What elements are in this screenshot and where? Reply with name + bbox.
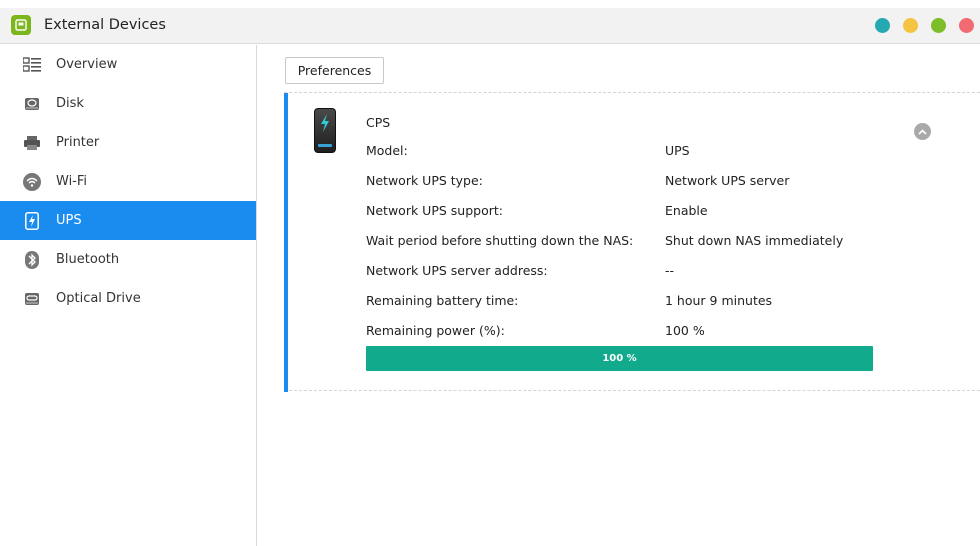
info-row-remaining-battery-time: Remaining battery time: 1 hour 9 minutes bbox=[366, 293, 926, 313]
close-dot[interactable] bbox=[959, 18, 974, 33]
external-devices-app-icon bbox=[11, 15, 31, 35]
window-controls bbox=[875, 18, 974, 33]
progress-text: 100 % bbox=[602, 353, 637, 364]
printer-icon bbox=[23, 134, 41, 152]
sidebar-item-optical-drive[interactable]: Optical Drive bbox=[0, 279, 256, 318]
bluetooth-icon bbox=[23, 250, 41, 269]
sidebar-item-ups[interactable]: UPS bbox=[0, 201, 256, 240]
sidebar-item-disk[interactable]: Disk bbox=[0, 84, 256, 123]
info-row-remaining-power: Remaining power (%): 100 % bbox=[366, 323, 926, 343]
info-label: Network UPS support: bbox=[366, 203, 503, 218]
sidebar-item-label: Bluetooth bbox=[56, 252, 120, 267]
info-label: Network UPS type: bbox=[366, 173, 483, 188]
disk-icon bbox=[23, 95, 41, 113]
info-dot[interactable] bbox=[875, 18, 890, 33]
ups-device-card: CPS Model: UPS Network UPS type: Network… bbox=[284, 92, 980, 392]
card-accent-bar bbox=[284, 93, 288, 392]
device-name: CPS bbox=[366, 115, 391, 130]
remaining-power-progress-bar: 100 % bbox=[366, 346, 873, 371]
info-value: 1 hour 9 minutes bbox=[665, 293, 773, 308]
info-value: Shut down NAS immediately bbox=[665, 233, 844, 248]
sidebar-item-printer[interactable]: Printer bbox=[0, 123, 256, 162]
sidebar: Overview Disk Printer Wi-Fi UPS Bluetoot… bbox=[0, 45, 257, 546]
sidebar-item-bluetooth[interactable]: Bluetooth bbox=[0, 240, 256, 279]
info-label: Remaining power (%): bbox=[366, 323, 505, 338]
sidebar-item-overview[interactable]: Overview bbox=[0, 45, 256, 84]
sidebar-item-label: Optical Drive bbox=[56, 291, 141, 306]
sidebar-item-wifi[interactable]: Wi-Fi bbox=[0, 162, 256, 201]
title-bar: External Devices bbox=[0, 8, 980, 44]
info-row-wait-period: Wait period before shutting down the NAS… bbox=[366, 233, 926, 253]
info-label: Network UPS server address: bbox=[366, 263, 548, 278]
wifi-icon bbox=[23, 172, 41, 191]
minimize-dot[interactable] bbox=[903, 18, 918, 33]
sidebar-item-label: UPS bbox=[56, 213, 82, 228]
preferences-button[interactable]: Preferences bbox=[285, 57, 384, 84]
info-value: Network UPS server bbox=[665, 173, 790, 188]
info-value: Enable bbox=[665, 203, 708, 218]
maximize-dot[interactable] bbox=[931, 18, 946, 33]
ups-device-icon bbox=[314, 108, 336, 153]
info-value: UPS bbox=[665, 143, 690, 158]
sidebar-item-label: Wi-Fi bbox=[56, 174, 88, 189]
info-row-network-ups-type: Network UPS type: Network UPS server bbox=[366, 173, 926, 193]
info-label: Model: bbox=[366, 143, 408, 158]
info-label: Wait period before shutting down the NAS… bbox=[366, 233, 634, 248]
sidebar-item-label: Disk bbox=[56, 96, 84, 111]
window-title: External Devices bbox=[44, 17, 166, 33]
chevron-up-icon bbox=[918, 128, 927, 135]
optical-drive-icon bbox=[23, 290, 41, 308]
external-devices-window: External Devices Overview Disk Printer W… bbox=[0, 0, 980, 546]
info-value: -- bbox=[665, 263, 675, 278]
info-value: 100 % bbox=[665, 323, 705, 338]
main-panel: Preferences CPS Model: UPS Network UPS t… bbox=[258, 45, 980, 546]
info-row-model: Model: UPS bbox=[366, 143, 926, 163]
info-row-network-ups-support: Network UPS support: Enable bbox=[366, 203, 926, 223]
ups-icon bbox=[23, 211, 41, 230]
sidebar-item-label: Printer bbox=[56, 135, 100, 150]
collapse-button[interactable] bbox=[914, 123, 931, 140]
sidebar-item-label: Overview bbox=[56, 57, 118, 72]
info-row-server-address: Network UPS server address: -- bbox=[366, 263, 926, 283]
overview-icon bbox=[23, 56, 41, 74]
info-label: Remaining battery time: bbox=[366, 293, 519, 308]
